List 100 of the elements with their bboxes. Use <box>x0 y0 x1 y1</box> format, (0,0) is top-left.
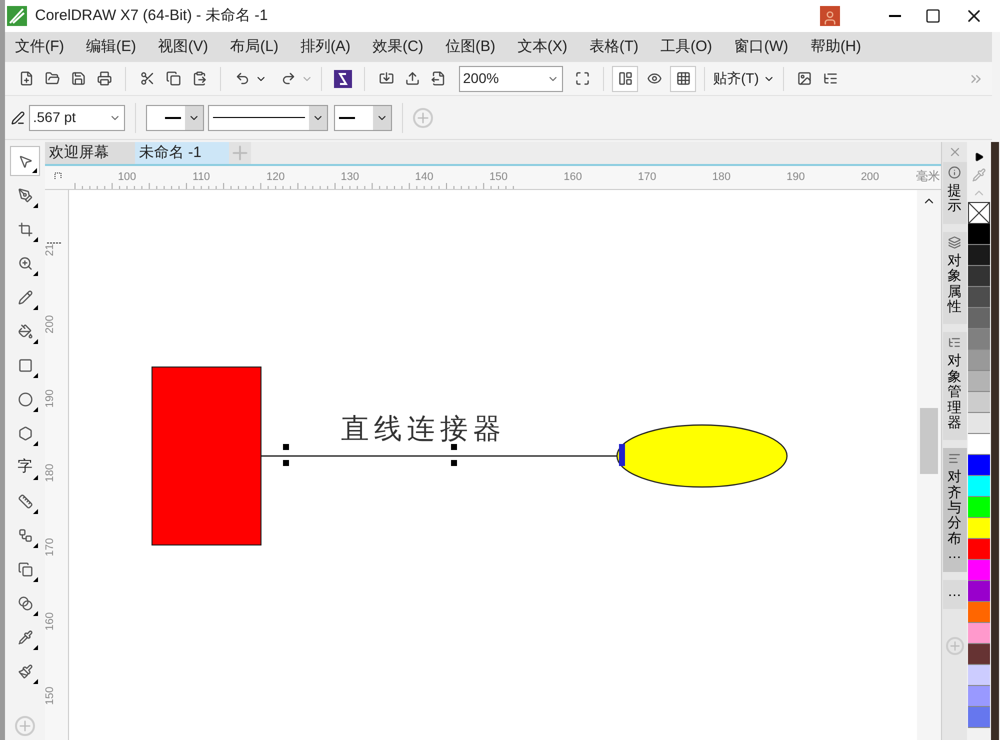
launcher-icon[interactable] <box>334 70 352 88</box>
pen-icon <box>18 188 32 202</box>
connector-node[interactable] <box>619 444 625 466</box>
docker-tab[interactable]: 提示 <box>942 162 966 224</box>
color-swatch[interactable] <box>968 371 990 392</box>
tool-button[interactable] <box>10 146 40 176</box>
docker-icon <box>948 336 961 350</box>
color-swatch[interactable] <box>968 245 990 266</box>
docker-tab[interactable]: … <box>942 580 966 610</box>
rulers-icon <box>618 71 632 86</box>
zoom-level-dropdown[interactable]: 200% <box>459 66 563 92</box>
menu-item[interactable]: 视图(V) <box>158 36 208 58</box>
line-style-dropdown[interactable] <box>208 104 328 130</box>
paste-icon <box>192 71 206 86</box>
color-swatch[interactable] <box>968 224 990 245</box>
docker-tab[interactable]: 对齐与分布… <box>942 448 966 572</box>
docker-tab[interactable]: 对象属性 <box>942 232 966 324</box>
pencil-icon <box>18 290 32 304</box>
color-swatch[interactable] <box>968 308 990 329</box>
color-swatch[interactable] <box>968 287 990 308</box>
color-swatch[interactable] <box>968 560 990 581</box>
undo-icon <box>234 71 250 86</box>
menu-item[interactable]: 文本(X) <box>517 36 568 58</box>
docker-tab[interactable]: 对象管理器 <box>942 332 966 440</box>
user-avatar[interactable] <box>820 6 840 26</box>
menu-item[interactable]: 编辑(E) <box>86 36 136 58</box>
color-swatch[interactable] <box>968 518 990 539</box>
ruler-label: 130 <box>340 171 360 183</box>
print-icon <box>96 71 112 86</box>
end-arrow-dropdown[interactable] <box>334 104 392 130</box>
color-swatch[interactable] <box>968 413 990 434</box>
ruler-icon <box>18 494 32 508</box>
document-tab[interactable]: 未命名 -1 <box>135 142 229 164</box>
tool-button[interactable]: 字 <box>10 452 40 482</box>
selection-handle[interactable] <box>283 444 289 450</box>
flyout-corner-icon <box>33 611 38 616</box>
ellipse-shape[interactable] <box>616 424 788 488</box>
color-swatch[interactable] <box>968 329 990 350</box>
flyout-corner-icon <box>33 577 38 582</box>
menu-item[interactable]: 工具(O) <box>660 36 712 58</box>
color-swatch[interactable] <box>968 602 990 623</box>
color-swatch[interactable] <box>968 476 990 497</box>
selection-handle[interactable] <box>451 444 457 450</box>
shadow-icon <box>18 562 32 576</box>
canvas-text[interactable]: 直线连接器 <box>341 408 506 450</box>
color-swatch[interactable] <box>968 623 990 644</box>
color-swatch[interactable] <box>968 497 990 518</box>
color-swatch[interactable] <box>968 455 990 476</box>
document-tab[interactable]: 欢迎屏幕 <box>45 142 135 164</box>
snap-to-button[interactable]: 贴齐(T) <box>713 68 775 89</box>
ruler-label: 160 <box>564 171 582 183</box>
ruler-label: 180 <box>45 464 56 482</box>
straight-connector[interactable] <box>261 455 617 457</box>
ruler-label: 120 <box>266 171 285 183</box>
flyout-corner-icon <box>33 339 38 344</box>
start-arrow-dropdown[interactable] <box>146 104 204 130</box>
palette-menu-icon[interactable] <box>974 152 984 162</box>
rectangle-shape[interactable] <box>152 366 262 546</box>
scrollbar-thumb[interactable] <box>920 408 938 474</box>
color-swatch[interactable] <box>968 392 990 413</box>
crop-icon <box>18 222 32 236</box>
selection-handle[interactable] <box>451 460 457 466</box>
color-swatch[interactable] <box>968 539 990 560</box>
menu-item[interactable]: 效果(C) <box>372 36 424 58</box>
picture-icon <box>797 71 812 86</box>
ruler-label: 150 <box>489 171 508 183</box>
menu-item[interactable]: 位图(B) <box>445 36 496 58</box>
no-color-swatch[interactable] <box>968 202 990 224</box>
color-swatch[interactable] <box>968 665 990 686</box>
color-swatch[interactable] <box>968 581 990 602</box>
pointer-icon <box>18 154 32 168</box>
ruler-label: 190 <box>786 171 805 183</box>
brush-icon <box>18 664 32 678</box>
ruler-label: 150 <box>45 686 56 705</box>
menu-item[interactable]: 布局(L) <box>230 36 278 58</box>
color-swatch[interactable] <box>968 644 990 665</box>
flyout-corner-icon <box>33 441 38 446</box>
outline-width-field[interactable]: .567 pt <box>29 104 125 130</box>
ruler-label: 200 <box>45 315 56 334</box>
rulers-button[interactable] <box>612 66 638 92</box>
ruler-label: 200 <box>860 171 880 183</box>
menu-item[interactable]: 窗口(W) <box>734 36 788 58</box>
color-swatch[interactable] <box>968 707 990 728</box>
guidelines-button[interactable] <box>670 66 696 92</box>
color-swatch[interactable] <box>968 350 990 371</box>
menu-item[interactable]: 帮助(H) <box>810 36 862 58</box>
connector-icon <box>18 528 32 542</box>
ruler-label: 110 <box>192 171 210 183</box>
ruler-label: 160 <box>45 612 56 631</box>
maximize-icon <box>925 8 941 24</box>
menu-item[interactable]: 表格(T) <box>589 36 638 58</box>
menu-item[interactable]: 排列(A) <box>300 36 350 58</box>
import-icon <box>378 71 394 86</box>
ruler-label: 140 <box>415 171 434 183</box>
menu-item[interactable]: 文件(F) <box>15 36 64 58</box>
fit-page-icon <box>574 71 590 86</box>
color-swatch[interactable] <box>968 686 990 707</box>
color-swatch[interactable] <box>968 434 990 455</box>
selection-handle[interactable] <box>283 460 289 466</box>
color-swatch[interactable] <box>968 266 990 287</box>
